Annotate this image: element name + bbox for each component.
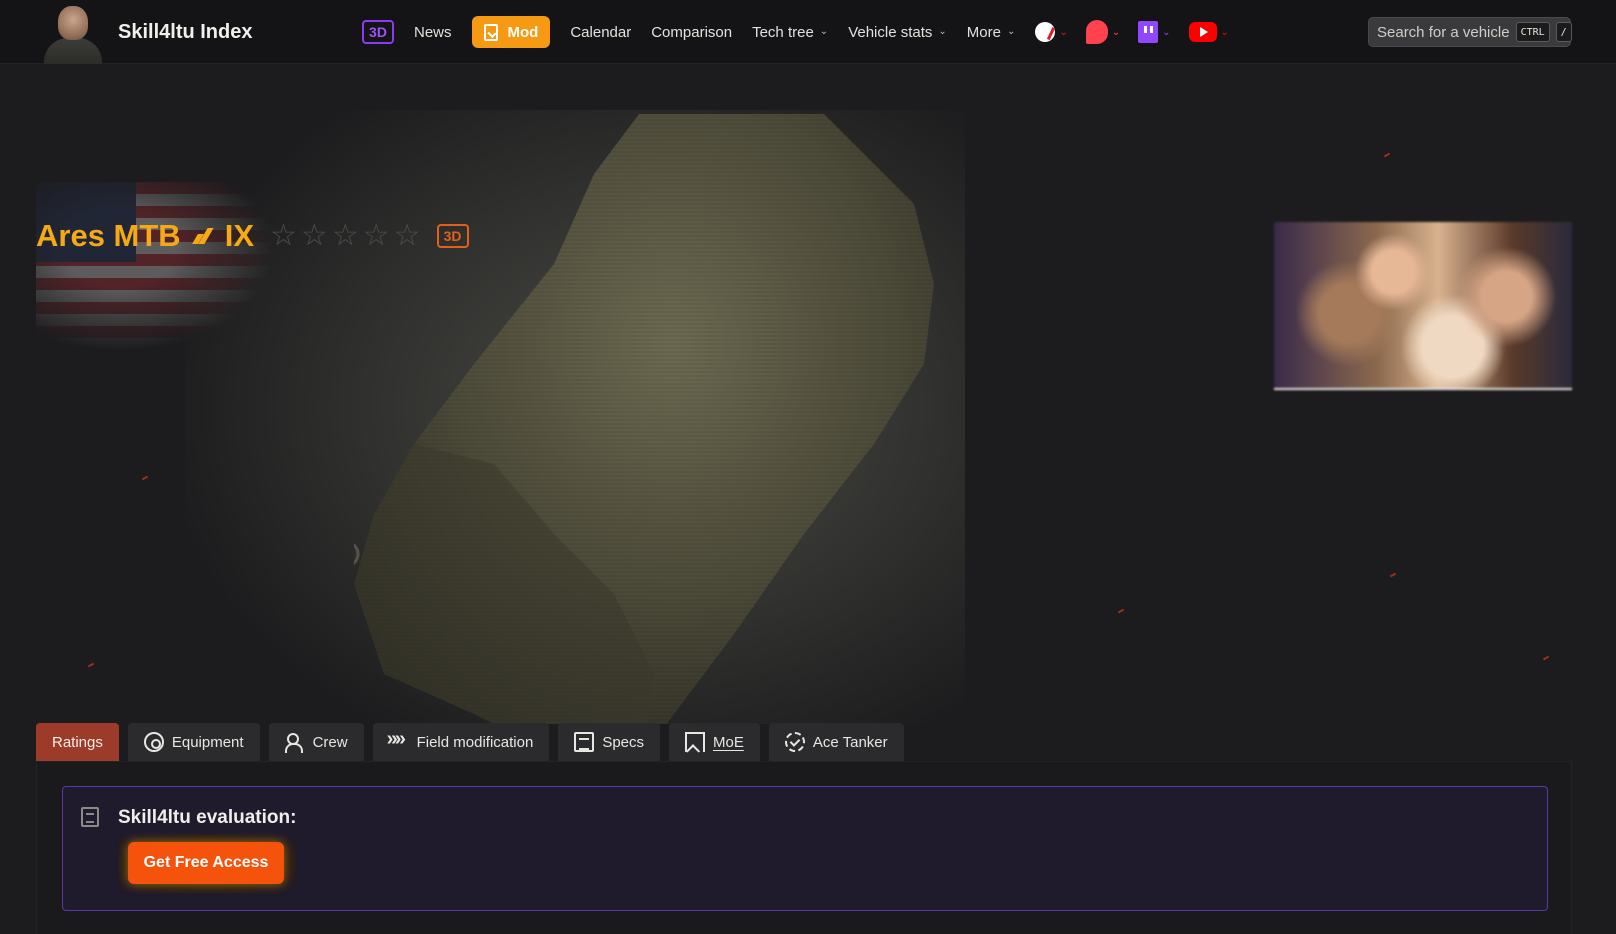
- brand-title: Skill4ltu Index: [118, 20, 253, 43]
- chevron-down-icon: ⌄: [1111, 26, 1121, 38]
- brand-logo-link[interactable]: Skill4ltu Index: [38, 0, 252, 64]
- tab-moe-label: MoE: [713, 733, 744, 751]
- tab-field-modification[interactable]: Field modification: [372, 723, 550, 761]
- tab-specs[interactable]: Specs: [558, 723, 661, 761]
- nav-mod-label: Mod: [507, 23, 539, 41]
- field-mod-icon: [387, 728, 409, 752]
- nav-mod-button[interactable]: Mod: [471, 16, 551, 48]
- rating-stars[interactable]: ☆ ☆ ☆ ☆ ☆: [270, 221, 421, 251]
- document-icon: [81, 807, 99, 827]
- tab-specs-label: Specs: [602, 733, 645, 751]
- ratings-panel: Skill4ltu evaluation: Get Free Access: [36, 761, 1572, 934]
- nav-news-label: News: [414, 23, 452, 41]
- nav-3d-button[interactable]: 3D: [362, 20, 394, 44]
- nav-news[interactable]: News: [414, 24, 452, 41]
- nav-vehicle-stats[interactable]: Vehicle stats ⌄: [848, 24, 947, 41]
- star-icon[interactable]: ☆: [394, 221, 421, 251]
- tab-crew[interactable]: Crew: [268, 723, 364, 761]
- evaluation-title: Skill4ltu evaluation:: [118, 807, 297, 828]
- top-navbar: Skill4ltu Index 3D News Mod Calendar Com…: [0, 0, 1616, 64]
- spark-decoration: [1389, 572, 1397, 578]
- search-placeholder: Search for a vehicle: [1377, 23, 1510, 41]
- patreon-icon: [1085, 20, 1108, 44]
- twitch-icon: [1138, 21, 1159, 43]
- chevron-down-icon: ⌄: [1220, 26, 1229, 38]
- brand-avatar: [38, 0, 108, 64]
- chevron-down-icon: ⌄: [938, 25, 947, 37]
- nav-tech-tree[interactable]: Tech tree ⌄: [752, 24, 828, 41]
- tab-ace-tanker[interactable]: Ace Tanker: [768, 723, 904, 761]
- nav-more[interactable]: More ⌄: [967, 24, 1016, 41]
- gear-icon: [143, 732, 164, 752]
- medium-tank-icon: [193, 225, 213, 247]
- usa-flag: [36, 182, 276, 352]
- chevron-down-icon: ⌄: [1006, 25, 1016, 37]
- tab-equipment[interactable]: Equipment: [127, 723, 260, 761]
- vehicle-tier: IX: [224, 218, 254, 253]
- vehicle-tabs: Ratings Equipment Crew Field modificatio…: [36, 723, 904, 761]
- youtube-menu-button[interactable]: ⌄: [1188, 22, 1229, 42]
- star-icon[interactable]: ☆: [301, 221, 328, 251]
- tab-ace-tanker-label: Ace Tanker: [812, 733, 888, 751]
- nav-vehicle-stats-label: Vehicle stats: [848, 23, 933, 41]
- tab-ratings-label: Ratings: [52, 733, 103, 751]
- view-3d-button[interactable]: 3D: [436, 224, 469, 248]
- nav-tech-tree-label: Tech tree: [752, 23, 814, 41]
- main-nav: 3D News Mod Calendar Comparison Tech tre…: [362, 16, 1247, 48]
- nav-more-label: More: [966, 23, 1001, 41]
- nav-comparison[interactable]: Comparison: [651, 24, 732, 41]
- crew-icon: [284, 732, 305, 753]
- tab-field-modification-label: Field modification: [416, 733, 534, 751]
- vehicle-hero: Ares MTB IX ☆ ☆ ☆ ☆ ☆ 3D: [0, 64, 1616, 724]
- vehicle-name: Ares MTB: [36, 218, 181, 253]
- spark-decoration: [1117, 608, 1125, 614]
- kbd-slash: /: [1555, 22, 1572, 42]
- spark-decoration: [1542, 655, 1550, 661]
- kbd-ctrl: CTRL: [1515, 22, 1550, 42]
- wot-menu-button[interactable]: ⌄: [1035, 22, 1068, 42]
- twitch-menu-button[interactable]: ⌄: [1138, 21, 1171, 43]
- star-icon[interactable]: ☆: [363, 221, 390, 251]
- nav-calendar-label: Calendar: [570, 23, 632, 41]
- spark-decoration: [141, 475, 149, 481]
- nav-calendar[interactable]: Calendar: [570, 24, 631, 41]
- youtube-icon: [1188, 22, 1217, 42]
- tab-crew-label: Crew: [312, 733, 348, 751]
- badge-icon: [784, 732, 805, 752]
- vehicle-title: Ares MTB IX ☆ ☆ ☆ ☆ ☆ 3D: [36, 216, 469, 256]
- tab-equipment-label: Equipment: [171, 733, 244, 751]
- spark-decoration: [1383, 152, 1391, 158]
- chevron-down-icon: ⌄: [1059, 26, 1068, 38]
- search-input[interactable]: Search for a vehicle CTRL /: [1368, 17, 1572, 47]
- patreon-menu-button[interactable]: ⌄: [1085, 20, 1121, 44]
- nav-comparison-label: Comparison: [651, 23, 733, 41]
- video-player[interactable]: [1274, 222, 1572, 390]
- spark-decoration: [87, 662, 95, 668]
- evaluation-card: Skill4ltu evaluation: Get Free Access: [62, 786, 1548, 911]
- tab-moe[interactable]: MoE: [669, 723, 760, 761]
- chevron-down-icon: ⌄: [1162, 26, 1171, 38]
- tab-ratings[interactable]: Ratings: [36, 723, 119, 761]
- specs-icon: [574, 732, 595, 752]
- chevron-down-icon: ⌄: [819, 25, 829, 37]
- star-icon[interactable]: ☆: [332, 221, 359, 251]
- get-free-access-button[interactable]: Get Free Access: [128, 842, 284, 884]
- cta-glow: Get Free Access: [118, 835, 296, 893]
- download-icon: [483, 23, 498, 41]
- bookmark-icon: [685, 732, 706, 752]
- covered-vehicle-image: [354, 114, 934, 724]
- star-icon[interactable]: ☆: [270, 221, 297, 251]
- wot-icon: [1035, 22, 1056, 42]
